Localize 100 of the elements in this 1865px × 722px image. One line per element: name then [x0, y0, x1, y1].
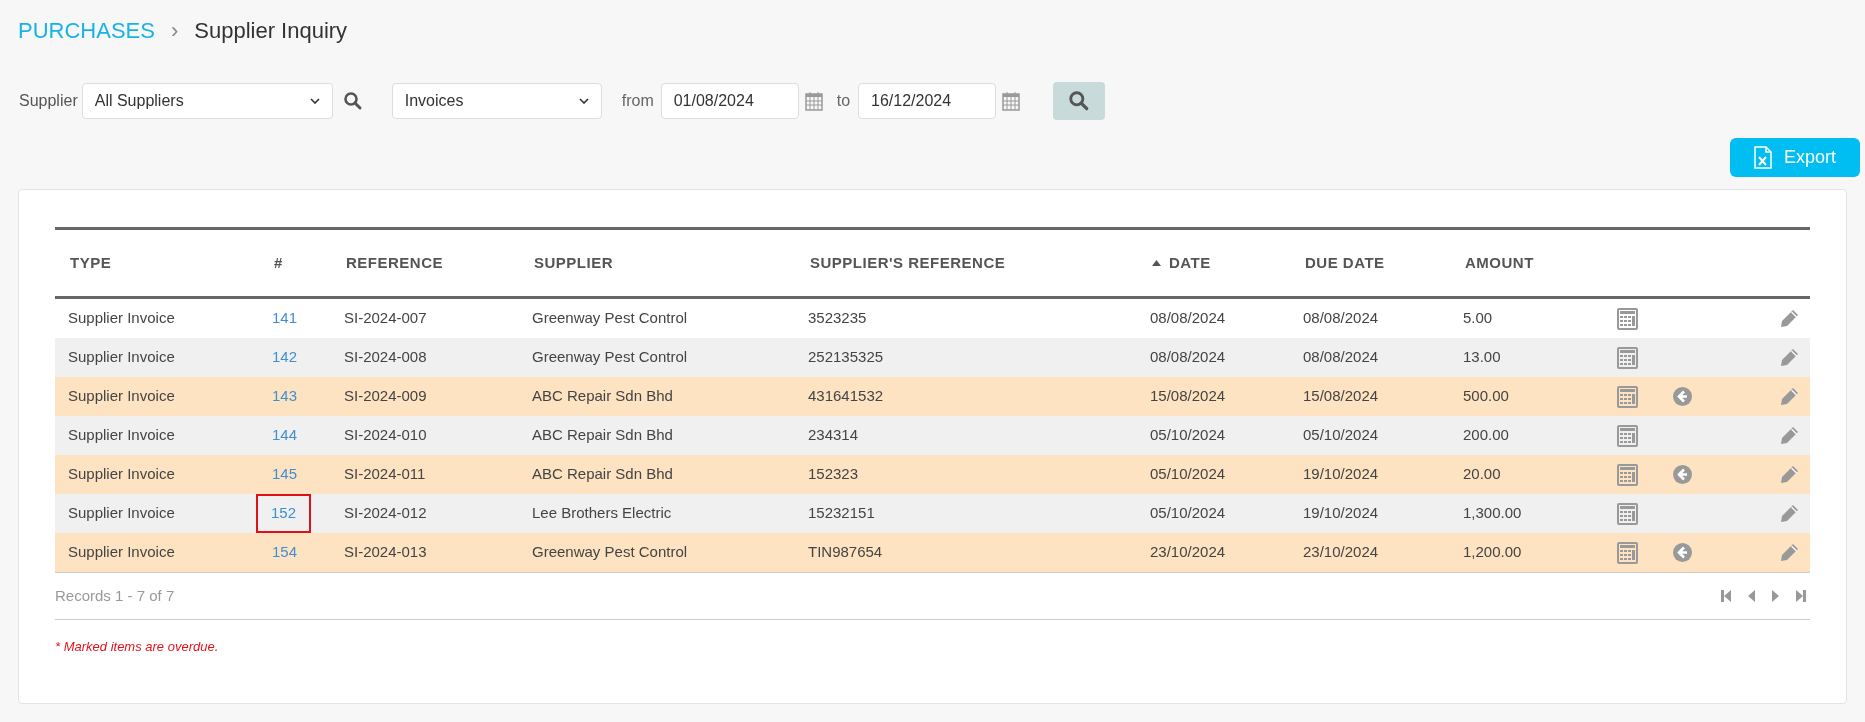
table-cell: SI-2024-008: [344, 348, 427, 366]
search-icon: [1068, 90, 1091, 112]
table-cell: Supplier Invoice: [68, 426, 175, 444]
column-header[interactable]: SUPPLIER'S REFERENCE: [795, 251, 1137, 275]
table-cell: 252135325: [808, 348, 884, 366]
table-cell: Greenway Pest Control: [532, 309, 688, 327]
calculator-icon[interactable]: [1617, 307, 1638, 330]
table-cell: SI-2024-012: [344, 504, 427, 522]
table-cell: 05/10/2024: [1150, 465, 1226, 483]
column-header[interactable]: #: [259, 251, 331, 275]
table-cell: 1,200.00: [1463, 543, 1522, 561]
table-cell: 152323: [808, 465, 859, 483]
table-cell: ABC Repair Sdn Bhd: [532, 426, 673, 444]
table-cell: 23/10/2024: [1150, 543, 1226, 561]
table-row[interactable]: Supplier Invoice 144 SI-2024-010 ABC Repair Sdn Bhd 234314 05/10/2024 05/10/2024 200.00: [55, 416, 1810, 455]
breadcrumb-separator: ›: [170, 16, 179, 45]
column-label: DUE DATE: [1305, 252, 1385, 273]
table-row[interactable]: Supplier Invoice 142 SI-2024-008 Greenway Pest Control 252135325 08/08/2024 08/08/2024 13.00: [55, 338, 1810, 377]
edit-icon[interactable]: [1780, 348, 1799, 367]
table-cell: SI-2024-009: [344, 387, 427, 405]
next-page-icon[interactable]: [1772, 590, 1779, 602]
previous-page-icon[interactable]: [1748, 590, 1755, 602]
to-label: to: [836, 91, 851, 111]
table-cell: Greenway Pest Control: [532, 543, 688, 561]
table-row[interactable]: Supplier Invoice 145 SI-2024-011 ABC Repair Sdn Bhd 152323 05/10/2024 19/10/2024 20.00: [55, 455, 1810, 494]
table-cell: Lee Brothers Electric: [532, 504, 672, 522]
table-cell: TIN987654: [808, 543, 883, 561]
edit-icon[interactable]: [1780, 543, 1799, 562]
last-page-icon[interactable]: [1796, 590, 1806, 602]
column-label: SUPPLIER'S REFERENCE: [810, 252, 1006, 273]
column-header[interactable]: TYPE: [55, 251, 259, 275]
edit-icon[interactable]: [1780, 465, 1799, 484]
calculator-icon[interactable]: [1617, 463, 1638, 486]
column-header[interactable]: REFERENCE: [331, 251, 519, 275]
table-cell: 500.00: [1463, 387, 1509, 405]
calendar-icon[interactable]: [804, 91, 823, 111]
column-label: AMOUNT: [1465, 252, 1534, 273]
table-cell: Greenway Pest Control: [532, 348, 688, 366]
edit-icon[interactable]: [1780, 309, 1799, 328]
column-label: TYPE: [70, 252, 112, 273]
column-label: #: [274, 252, 283, 273]
page-title: Supplier Inquiry: [194, 16, 348, 45]
table-row[interactable]: Supplier Invoice 154 SI-2024-013 Greenway Pest Control TIN987654 23/10/2024 23/10/2024 1,200.00: [55, 533, 1810, 572]
table-row[interactable]: Supplier Invoice 152 SI-2024-012 Lee Brothers Electric 15232151 05/10/2024 19/10/2024 1,300.00: [55, 494, 1810, 533]
overdue-note: * Marked items are overdue.: [55, 639, 219, 654]
table-cell: 08/08/2024: [1303, 348, 1379, 366]
table-cell: Supplier Invoice: [68, 348, 175, 366]
column-header[interactable]: DUE DATE: [1290, 251, 1450, 275]
table-cell: 15232151: [808, 504, 875, 522]
calculator-icon[interactable]: [1617, 502, 1638, 525]
first-page-icon[interactable]: [1721, 590, 1731, 602]
table-cell: 19/10/2024: [1303, 504, 1379, 522]
table-cell: 05/10/2024: [1150, 426, 1226, 444]
caret-icon: [309, 98, 320, 104]
table-cell: SI-2024-010: [344, 426, 427, 444]
table-cell: 05/10/2024: [1303, 426, 1379, 444]
search-button[interactable]: [1053, 82, 1106, 120]
table-cell: 15/08/2024: [1150, 387, 1226, 405]
table-cell: 20.00: [1463, 465, 1501, 483]
column-header[interactable]: DATE: [1137, 251, 1290, 275]
column-header[interactable]: AMOUNT: [1450, 251, 1600, 275]
table-cell: 23/10/2024: [1303, 543, 1379, 561]
table-cell: SI-2024-011: [344, 465, 426, 483]
from-date-field[interactable]: 01/08/2024: [660, 83, 799, 119]
table-cell: Supplier Invoice: [68, 387, 175, 405]
table-cell: Supplier Invoice: [68, 465, 175, 483]
column-header[interactable]: SUPPLIER: [519, 251, 795, 275]
table-cell: 431641532: [808, 387, 884, 405]
table-cell: 15/08/2024: [1303, 387, 1379, 405]
edit-icon[interactable]: [1780, 504, 1799, 523]
edit-icon[interactable]: [1780, 387, 1799, 406]
supplier-dropdown[interactable]: All Suppliers: [81, 83, 333, 119]
table-cell: 234314: [808, 426, 859, 444]
table-cell: ABC Repair Sdn Bhd: [532, 387, 673, 405]
calculator-icon[interactable]: [1617, 541, 1638, 564]
table-cell: 08/08/2024: [1150, 309, 1226, 327]
table-cell: 3523235: [808, 309, 867, 327]
supplier-label: Supplier: [19, 91, 78, 111]
calculator-icon[interactable]: [1617, 346, 1638, 369]
spreadsheet-file-icon: [1754, 146, 1772, 169]
to-date-field[interactable]: 16/12/2024: [858, 83, 997, 119]
column-label: SUPPLIER: [534, 252, 613, 273]
table-cell: Supplier Invoice: [68, 504, 175, 522]
table-cell: Supplier Invoice: [68, 543, 175, 561]
column-label: DATE: [1169, 252, 1211, 273]
from-label: from: [621, 91, 654, 111]
table-cell: 13.00: [1463, 348, 1501, 366]
table-cell: 5.00: [1463, 309, 1493, 327]
column-label: REFERENCE: [346, 252, 443, 273]
table-cell: 19/10/2024: [1303, 465, 1379, 483]
calculator-icon[interactable]: [1617, 385, 1638, 408]
calendar-icon[interactable]: [1002, 91, 1021, 111]
records-count: Records 1 - 7 of 7: [55, 585, 175, 606]
edit-icon[interactable]: [1780, 426, 1799, 445]
table-cell: 200.00: [1463, 426, 1509, 444]
caret-icon: [578, 98, 589, 104]
table-row[interactable]: Supplier Invoice 143 SI-2024-009 ABC Repair Sdn Bhd 431641532 15/08/2024 15/08/2024 500.00: [55, 377, 1810, 416]
calculator-icon[interactable]: [1617, 424, 1638, 447]
table-cell: Supplier Invoice: [68, 309, 175, 327]
document-type-dropdown[interactable]: Invoices: [391, 83, 602, 119]
